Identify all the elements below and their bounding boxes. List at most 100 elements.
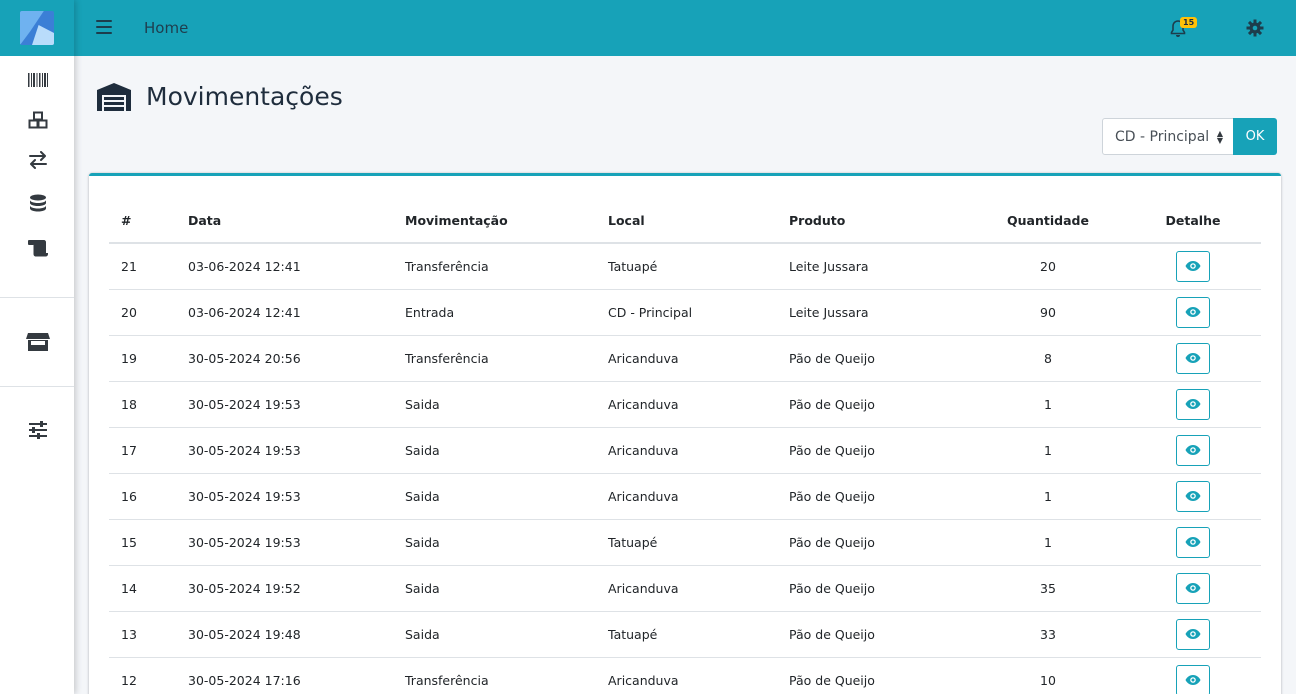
column-header-date: Data	[188, 198, 405, 244]
view-detail-button[interactable]	[1176, 526, 1210, 558]
cell-quantity: 90	[971, 289, 1125, 336]
column-header-product: Produto	[789, 198, 971, 244]
cell-detail	[1125, 289, 1261, 336]
cell-location: Tatuapé	[608, 243, 789, 290]
cell-detail	[1125, 611, 1261, 658]
cell-product: Pão de Queijo	[789, 657, 971, 694]
cell-id: 16	[109, 473, 188, 520]
eye-icon	[1185, 537, 1201, 547]
cell-date: 30-05-2024 17:16	[188, 657, 405, 694]
table-row: 20 03-06-2024 12:41 Entrada CD - Principal L…	[109, 289, 1261, 336]
table-row: 15 30-05-2024 19:53 Saida Tatuapé Pão de Que…	[109, 519, 1261, 566]
cell-id: 14	[109, 565, 188, 612]
column-header-id: #	[109, 198, 188, 244]
cell-date: 30-05-2024 19:53	[188, 519, 405, 566]
boxes-icon[interactable]	[26, 108, 50, 132]
cell-product: Pão de Queijo	[789, 611, 971, 658]
cell-movement: Transferência	[405, 657, 608, 694]
store-icon[interactable]	[26, 330, 50, 354]
cell-movement: Saida	[405, 611, 608, 658]
view-detail-button[interactable]	[1176, 296, 1210, 328]
cell-quantity: 1	[971, 519, 1125, 566]
select-arrows-icon: ▲ ▼	[1216, 129, 1223, 145]
location-select[interactable]: CD - Principal ▲ ▼	[1102, 118, 1234, 155]
cell-quantity: 8	[971, 335, 1125, 382]
cell-date: 30-05-2024 19:52	[188, 565, 405, 612]
scroll-icon[interactable]	[26, 236, 50, 260]
cell-quantity: 35	[971, 565, 1125, 612]
cell-product: Leite Jussara	[789, 243, 971, 290]
database-icon[interactable]	[26, 192, 50, 216]
cell-detail	[1125, 657, 1261, 694]
view-detail-button[interactable]	[1176, 434, 1210, 466]
eye-icon	[1185, 261, 1201, 272]
cell-detail	[1125, 427, 1261, 474]
gear-icon[interactable]	[1246, 19, 1264, 37]
eye-icon	[1185, 399, 1201, 409]
cell-id: 20	[109, 289, 188, 336]
cell-date: 30-05-2024 19:53	[188, 473, 405, 520]
view-detail-button[interactable]	[1176, 342, 1210, 374]
cell-date: 30-05-2024 20:56	[188, 335, 405, 382]
sidebar-divider	[0, 297, 74, 298]
cell-movement: Saida	[405, 519, 608, 566]
cell-quantity: 20	[971, 243, 1125, 290]
cell-quantity: 1	[971, 473, 1125, 520]
view-detail-button[interactable]	[1176, 664, 1210, 694]
cell-movement: Saida	[405, 381, 608, 428]
cell-location: Aricanduva	[608, 565, 789, 612]
table-header-row: # Data Movimentação Local Produto Quanti…	[109, 198, 1261, 244]
sliders-icon[interactable]	[26, 418, 50, 442]
movements-table: # Data Movimentação Local Produto Quanti…	[109, 198, 1261, 694]
cell-product: Pão de Queijo	[789, 381, 971, 428]
cell-detail	[1125, 519, 1261, 566]
cell-location: Tatuapé	[608, 611, 789, 658]
cell-location: Tatuapé	[608, 519, 789, 566]
view-detail-button[interactable]	[1176, 388, 1210, 420]
eye-icon	[1185, 583, 1201, 593]
table-row: 18 30-05-2024 19:53 Saida Aricanduva Pão de …	[109, 381, 1261, 428]
view-detail-button[interactable]	[1176, 250, 1210, 282]
cell-quantity: 1	[971, 381, 1125, 428]
hamburger-menu-icon[interactable]	[96, 20, 112, 34]
eye-icon	[1185, 445, 1201, 455]
cell-movement: Transferência	[405, 243, 608, 290]
table-row: 14 30-05-2024 19:52 Saida Aricanduva Pão de …	[109, 565, 1261, 612]
cell-id: 17	[109, 427, 188, 474]
cell-date: 03-06-2024 12:41	[188, 243, 405, 290]
view-detail-button[interactable]	[1176, 618, 1210, 650]
cell-date: 30-05-2024 19:53	[188, 427, 405, 474]
cell-product: Pão de Queijo	[789, 565, 971, 612]
location-select-value: CD - Principal	[1115, 128, 1210, 145]
breadcrumb-home[interactable]: Home	[144, 19, 188, 37]
cell-product: Pão de Queijo	[789, 473, 971, 520]
cell-date: 30-05-2024 19:48	[188, 611, 405, 658]
eye-icon	[1185, 353, 1201, 363]
eye-icon	[1185, 629, 1201, 639]
ok-button[interactable]: OK	[1233, 118, 1277, 155]
table-row: 21 03-06-2024 12:41 Transferência Tatuapé Le…	[109, 243, 1261, 290]
cell-movement: Saida	[405, 427, 608, 474]
cell-date: 30-05-2024 19:53	[188, 381, 405, 428]
view-detail-button[interactable]	[1176, 572, 1210, 604]
table-row: 17 30-05-2024 19:53 Saida Aricanduva Pão de …	[109, 427, 1261, 474]
cell-location: Aricanduva	[608, 427, 789, 474]
cell-product: Leite Jussara	[789, 289, 971, 336]
cell-movement: Saida	[405, 473, 608, 520]
sidebar-divider	[0, 386, 74, 387]
cell-movement: Transferência	[405, 335, 608, 382]
column-header-movement: Movimentação	[405, 198, 608, 244]
cell-movement: Entrada	[405, 289, 608, 336]
cell-product: Pão de Queijo	[789, 519, 971, 566]
cell-id: 21	[109, 243, 188, 290]
cell-location: Aricanduva	[608, 381, 789, 428]
view-detail-button[interactable]	[1176, 480, 1210, 512]
cell-location: Aricanduva	[608, 657, 789, 694]
brand[interactable]	[0, 0, 74, 56]
cell-location: Aricanduva	[608, 473, 789, 520]
eye-icon	[1185, 675, 1201, 685]
exchange-icon[interactable]	[26, 148, 50, 172]
movements-card: # Data Movimentação Local Produto Quanti…	[89, 173, 1281, 694]
cell-quantity: 10	[971, 657, 1125, 694]
barcode-icon[interactable]	[26, 68, 50, 92]
